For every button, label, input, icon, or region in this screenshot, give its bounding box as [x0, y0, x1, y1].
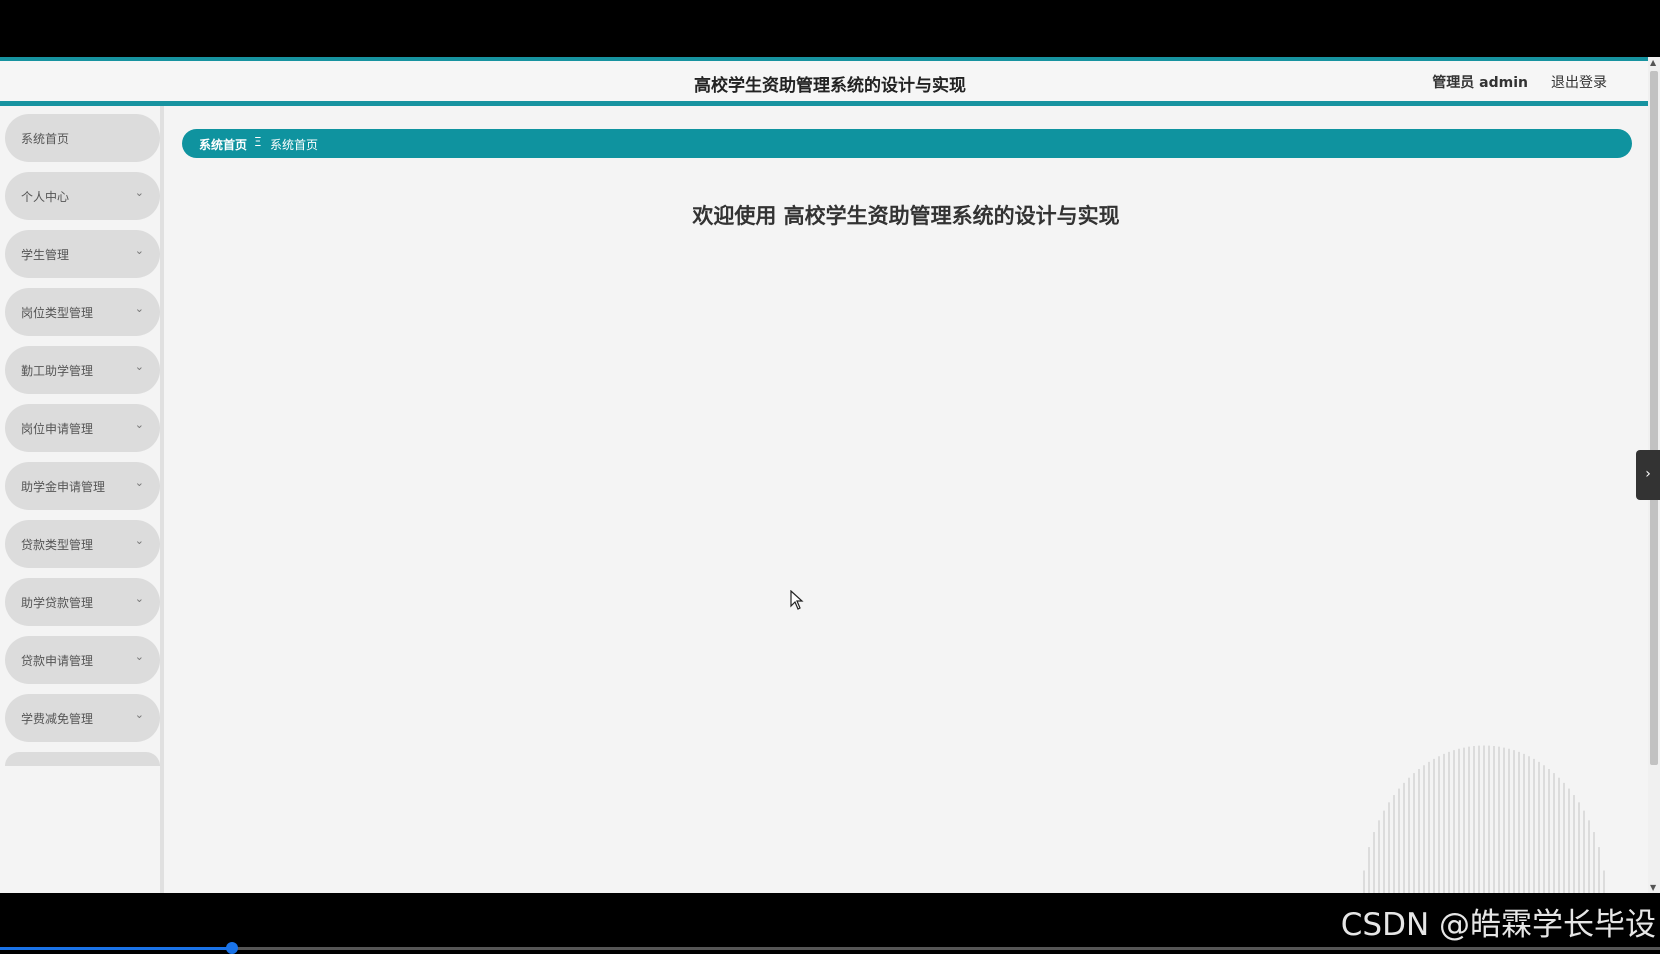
sidebar-item-post-types[interactable]: 岗位类型管理 ⌄: [5, 288, 160, 336]
breadcrumb-current: 系统首页: [270, 138, 319, 152]
chevron-down-icon: ⌄: [134, 244, 144, 257]
chevron-down-icon: ⌄: [134, 650, 144, 663]
sidebar-item-label: 助学贷款管理: [21, 596, 94, 610]
sidebar-item-label: 系统首页: [21, 132, 70, 146]
sidebar-item-student-loans[interactable]: 助学贷款管理 ⌄: [5, 578, 160, 626]
sidebar-item-profile[interactable]: 个人中心 ⌄: [5, 172, 160, 220]
sidebar-item-label: 助学金申请管理: [21, 480, 106, 494]
breadcrumb: 系统首页 Ξ 系统首页: [182, 129, 1632, 158]
sidebar-item-label: 学生管理: [21, 248, 70, 262]
main-content: 系统首页 Ξ 系统首页 欢迎使用 高校学生资助管理系统的设计与实现: [164, 106, 1648, 893]
sidebar-item-grant-applications[interactable]: 助学金申请管理 ⌄: [5, 462, 160, 510]
chevron-down-icon: ⌄: [134, 302, 144, 315]
sidebar-item-label: 贷款申请管理: [21, 654, 94, 668]
chevron-down-icon: ⌄: [134, 360, 144, 373]
sidebar-item-loan-types[interactable]: 贷款类型管理 ⌄: [5, 520, 160, 568]
sidebar-item-label: 学费减免管理: [21, 712, 94, 726]
scroll-down-icon[interactable]: ▼: [1650, 883, 1656, 892]
breadcrumb-separator-icon: Ξ: [254, 135, 262, 149]
breadcrumb-home[interactable]: 系统首页: [199, 136, 247, 153]
sidebar-item-tuition-waiver[interactable]: 学费减免管理 ⌄: [5, 694, 160, 742]
sidebar-item-label: 岗位类型管理: [21, 306, 94, 320]
sidebar-item-label: 贷款类型管理: [21, 538, 94, 552]
app-window: 高校学生资助管理系统的设计与实现 管理员 admin 退出登录 系统首页个人中心…: [0, 57, 1660, 893]
video-progress-knob[interactable]: [226, 942, 239, 954]
side-panel-toggle[interactable]: ›: [1636, 450, 1660, 500]
chevron-down-icon: ⌄: [134, 418, 144, 431]
chevron-down-icon: ⌄: [134, 534, 144, 547]
scroll-thumb[interactable]: [1650, 71, 1658, 765]
sidebar-item-work-study[interactable]: 勤工助学管理 ⌄: [5, 346, 160, 394]
sidebar-item-partial[interactable]: [5, 752, 160, 766]
chevron-down-icon: ⌄: [134, 708, 144, 721]
sidebar-item-label: 岗位申请管理: [21, 422, 94, 436]
video-letterbox-top: [0, 0, 1660, 57]
sidebar-item-loan-applications[interactable]: 贷款申请管理 ⌄: [5, 636, 160, 684]
scroll-up-icon[interactable]: ▲: [1650, 58, 1656, 67]
chevron-down-icon: ⌄: [134, 186, 144, 199]
sidebar-item-label: 勤工助学管理: [21, 364, 94, 378]
sidebar: 系统首页 个人中心 ⌄ 学生管理 ⌄ 岗位类型管理 ⌄ 勤工助学管理 ⌄ 岗位申请管理 ⌄ 助学金申请…: [0, 106, 164, 893]
user-label: 管理员 admin: [1432, 75, 1528, 91]
sidebar-item-students[interactable]: 学生管理 ⌄: [5, 230, 160, 278]
video-letterbox-bottom: CSDN @皓霖学长毕设: [0, 893, 1660, 954]
app-title: 高校学生资助管理系统的设计与实现: [694, 76, 966, 96]
sidebar-item-home[interactable]: 系统首页: [5, 114, 160, 162]
chevron-right-icon: ›: [1645, 466, 1651, 482]
chevron-down-icon: ⌄: [134, 476, 144, 489]
mouse-cursor-icon: [790, 590, 804, 610]
sidebar-item-label: 个人中心: [21, 190, 70, 204]
chevron-down-icon: ⌄: [134, 592, 144, 605]
top-header: 高校学生资助管理系统的设计与实现 管理员 admin 退出登录: [0, 57, 1648, 106]
logout-link[interactable]: 退出登录: [1551, 72, 1607, 92]
watermark: CSDN @皓霖学长毕设: [1340, 907, 1656, 943]
decorative-stripes: [1363, 745, 1605, 893]
sidebar-item-post-applications[interactable]: 岗位申请管理 ⌄: [5, 404, 160, 452]
welcome-heading: 欢迎使用 高校学生资助管理系统的设计与实现: [692, 204, 1120, 228]
